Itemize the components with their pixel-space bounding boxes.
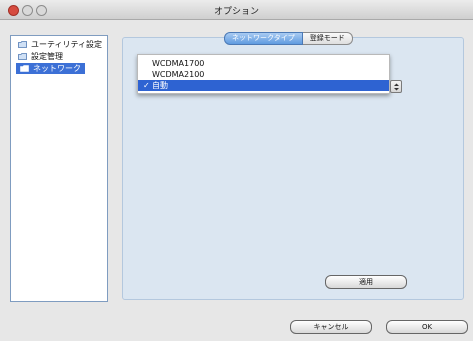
sidebar-item-label: 設定管理 <box>31 52 63 61</box>
settings-sidebar: ユーティリティ設定 設定管理 ネットワーク <box>10 35 108 302</box>
sidebar-item-label: ネットワーク <box>33 64 81 73</box>
folder-icon <box>18 41 27 48</box>
dropdown-option-label: 自動 <box>152 81 168 90</box>
window-titlebar: オプション <box>0 0 473 20</box>
tab-network-type[interactable]: ネットワークタイプ <box>224 32 303 45</box>
cancel-button[interactable]: キャンセル <box>290 320 372 334</box>
network-type-dropdown-menu[interactable]: WCDMA1700 WCDMA2100 ✓ 自動 <box>137 54 390 94</box>
window-title: オプション <box>213 7 259 17</box>
open-folder-icon <box>20 65 29 72</box>
sidebar-item-settings-management[interactable]: 設定管理 <box>18 51 63 62</box>
sidebar-item-label: ユーティリティ設定 <box>31 40 103 49</box>
ok-button[interactable]: OK <box>386 320 468 334</box>
folder-icon <box>18 53 27 60</box>
select-stepper-arrows[interactable] <box>390 80 402 93</box>
sidebar-item-utility-settings[interactable]: ユーティリティ設定 <box>18 39 102 50</box>
tab-registration-mode[interactable]: 登録モード <box>302 32 353 45</box>
checkmark-icon: ✓ <box>143 81 150 90</box>
apply-button[interactable]: 適用 <box>325 275 407 289</box>
up-down-arrows-icon <box>393 83 399 90</box>
sidebar-item-network[interactable]: ネットワーク <box>16 63 85 74</box>
segmented-tabs: ネットワークタイプ 登録モード <box>224 32 353 45</box>
dropdown-option-wcdma2100[interactable]: WCDMA2100 <box>138 69 389 80</box>
dropdown-option-wcdma1700[interactable]: WCDMA1700 <box>138 58 389 69</box>
dropdown-option-auto[interactable]: ✓ 自動 <box>138 80 389 91</box>
